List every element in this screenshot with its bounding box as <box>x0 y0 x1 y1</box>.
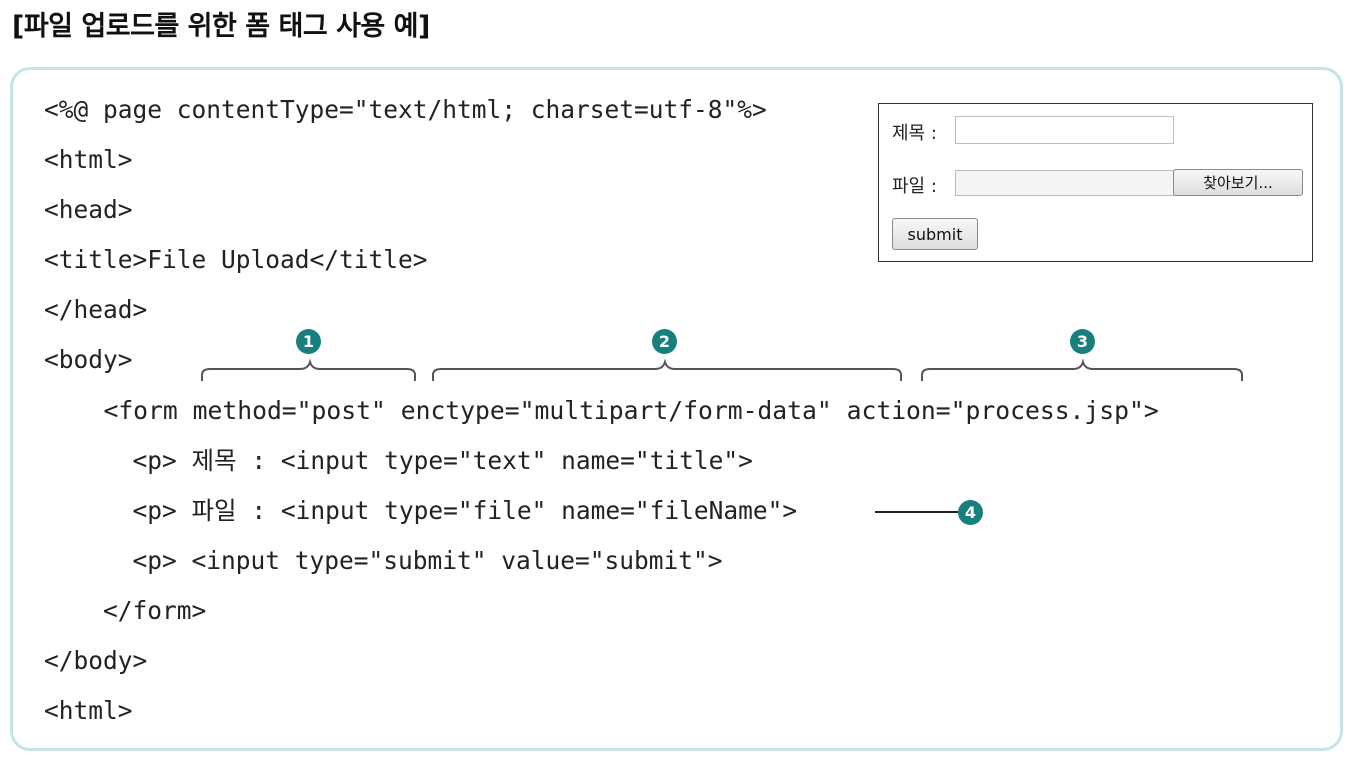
browse-button[interactable]: 찾아보기... <box>1173 169 1303 196</box>
title-input[interactable] <box>955 116 1174 144</box>
bracket-action <box>921 358 1243 381</box>
form-preview: 제목 : 파일 : 찾아보기... submit <box>878 103 1313 262</box>
bracket-method <box>201 358 416 381</box>
callout-badge-4: 4 <box>958 500 983 525</box>
callout-badge-3: 3 <box>1070 329 1095 354</box>
callout-badge-2: 2 <box>652 329 677 354</box>
file-path-field[interactable] <box>955 170 1175 196</box>
callout-badge-1: 1 <box>296 329 321 354</box>
submit-button[interactable]: submit <box>892 218 978 250</box>
title-label: 제목 : <box>892 123 937 144</box>
file-label: 파일 : <box>892 176 937 197</box>
bracket-enctype <box>432 358 902 381</box>
